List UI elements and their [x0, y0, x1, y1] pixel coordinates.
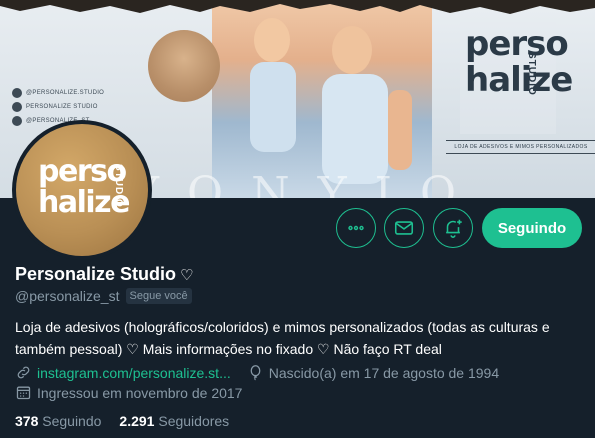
banner-logo-studio: STUDIO	[526, 52, 537, 96]
profile-handle: @personalize_st	[15, 288, 120, 304]
notifications-button[interactable]	[433, 208, 473, 248]
torn-paper-edge	[0, 0, 595, 14]
following-button[interactable]: Seguindo	[482, 208, 582, 248]
link-icon	[17, 366, 30, 379]
banner-tagline: LOJA DE ADESIVOS E MIMOS PERSONALIZADOS	[446, 140, 595, 154]
profile-stats: 378 Seguindo 2.291 Seguidores	[15, 413, 229, 429]
profile-website[interactable]: instagram.com/personalize.st...	[15, 364, 231, 381]
profile-avatar[interactable]: perso halize STUDIO	[12, 120, 152, 260]
balloon-icon	[250, 365, 261, 381]
follows-you-badge: Segue você	[125, 288, 192, 304]
profile-handle-row: @personalize_st Segue você	[15, 288, 192, 304]
instagram-icon	[12, 88, 22, 98]
profile-birthday: Nascido(a) em 17 de agosto de 1994	[247, 364, 499, 381]
profile-name-row: Personalize Studio ♡	[15, 264, 194, 285]
followers-label: Seguidores	[158, 413, 230, 429]
banner-social-instagram: @PERSONALIZE.STUDIO	[12, 86, 104, 100]
calendar-icon	[16, 386, 31, 400]
banner-circle-photo	[148, 30, 220, 102]
website-link[interactable]: instagram.com/personalize.st...	[37, 365, 231, 381]
profile-meta-row-2: Ingressou em novembro de 2017	[15, 384, 242, 401]
followers-stat[interactable]: 2.291 Seguidores	[119, 413, 229, 429]
birthday-text: Nascido(a) em 17 de agosto de 1994	[268, 364, 500, 381]
profile-meta-row-1: instagram.com/personalize.st... Nascido(…	[15, 364, 499, 381]
facebook-icon	[12, 102, 22, 112]
avatar-image: perso halize STUDIO	[16, 124, 148, 256]
profile-name: Personalize Studio	[15, 264, 177, 284]
profile-bio: Loja de adesivos (holográficos/coloridos…	[15, 319, 550, 357]
avatar-logo-studio: STUDIO	[113, 164, 124, 208]
twitter-icon	[12, 116, 22, 126]
banner-logo: perso halize	[465, 24, 573, 100]
envelope-icon	[394, 221, 414, 235]
bell-plus-icon	[446, 219, 462, 238]
profile-joined: Ingressou em novembro de 2017	[15, 384, 242, 401]
following-stat[interactable]: 378 Seguindo	[15, 413, 101, 429]
more-options-button[interactable]	[336, 208, 376, 248]
following-count: 378	[15, 413, 39, 429]
followers-count: 2.291	[119, 413, 155, 429]
banner-background-text: YONYIO	[130, 168, 485, 198]
more-horizontal-icon	[348, 225, 364, 231]
following-label: Seguindo	[42, 413, 102, 429]
message-button[interactable]	[384, 208, 424, 248]
joined-text: Ingressou em novembro de 2017	[37, 384, 243, 401]
banner-social-facebook: PERSONALIZE STUDIO	[12, 100, 98, 114]
heart-symbol: ♡	[180, 266, 194, 284]
